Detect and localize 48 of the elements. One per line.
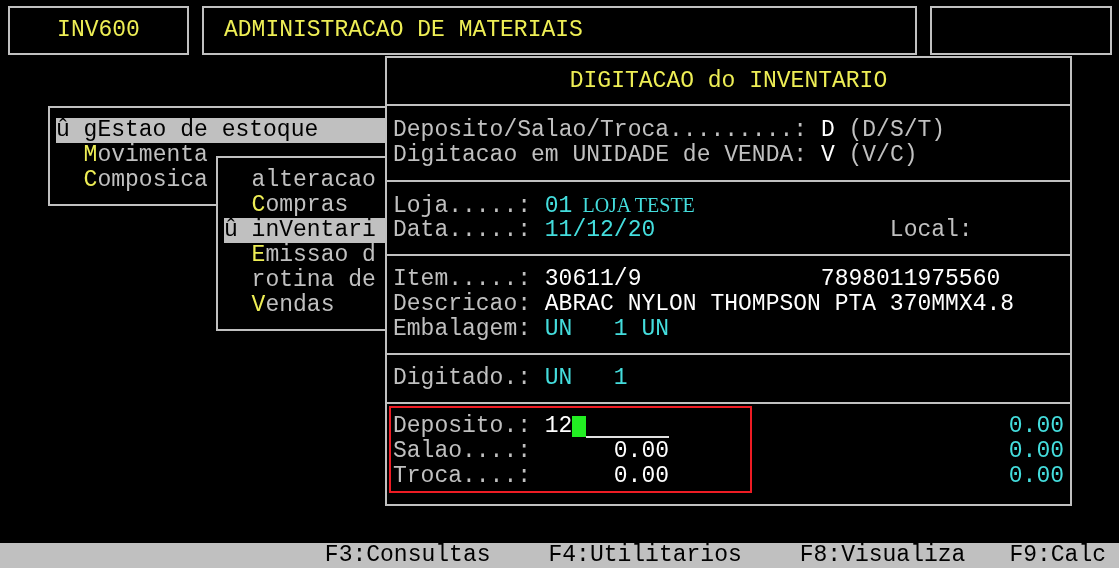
function-key[interactable]: F9:Calc	[1009, 543, 1106, 568]
field-label: Loja.....:	[393, 194, 533, 219]
date-value: 11/12/20	[544, 218, 657, 243]
menu-item[interactable]: Composica	[56, 168, 208, 193]
description-value: ABRAC NYLON THOMPSON PTA 370MMX4.8	[544, 292, 1015, 317]
field-label: Item.....:	[393, 267, 533, 292]
quantity-value: 0.00	[612, 439, 670, 464]
system-title: ADMINISTRACAO DE MATERIAIS	[224, 18, 583, 43]
menu-item[interactable]: Vendas	[224, 293, 335, 318]
program-code: INV600	[57, 18, 140, 43]
field-label: Digitacao em UNIDADE de VENDA:	[393, 143, 808, 168]
unit-value: UN	[544, 317, 574, 342]
field-hint: (V/C)	[848, 143, 918, 168]
total-value: 0.00	[1008, 414, 1064, 439]
item-code: 30611/9	[544, 267, 643, 292]
menu-item[interactable]: Compras	[224, 193, 349, 218]
function-key[interactable]: F4:Utilitarios	[548, 543, 742, 568]
quantity-value: 0.00	[612, 464, 670, 489]
field-value: D	[820, 118, 835, 143]
total-value: 0.00	[1008, 464, 1064, 489]
function-key[interactable]: F3:Consultas	[324, 543, 491, 568]
quantity-input[interactable]: 12	[544, 414, 670, 439]
field-label: Descricao:	[393, 292, 533, 317]
quantity-value: 1	[613, 366, 628, 391]
field-label: Deposito.:	[393, 414, 533, 439]
total-value: 0.00	[1008, 439, 1064, 464]
menu-item[interactable]: û inVentari	[224, 218, 385, 243]
field-value: V	[820, 143, 835, 168]
function-key[interactable]: F8:Visualiza	[799, 543, 966, 568]
menu-item[interactable]: Movimenta	[56, 143, 208, 168]
field-label: Local:	[889, 218, 973, 243]
store-name: LOJA TESTE	[582, 193, 695, 218]
field-label: Deposito/Salao/Troca.........:	[393, 118, 808, 143]
field-label: Embalagem:	[393, 317, 533, 342]
field-label: Digitado.:	[393, 366, 533, 391]
menu-item[interactable]: û gEstao de estoque	[56, 118, 385, 143]
field-label: Troca....:	[393, 464, 533, 489]
field-label: Salao....:	[393, 439, 533, 464]
unit-value: UN	[544, 366, 574, 391]
field-hint: (D/S/T)	[848, 118, 946, 143]
dialog-title: DIGITACAO do INVENTARIO	[569, 68, 888, 94]
menu-item[interactable]: rotina de	[224, 268, 376, 293]
menu-item[interactable]: Emissao d	[224, 243, 376, 268]
field-label: Data.....:	[393, 218, 533, 243]
quantity-value: 1 UN	[613, 317, 670, 342]
barcode-value: 7898011975560	[820, 267, 1001, 292]
menu-item[interactable]: alteracao	[224, 168, 376, 193]
store-code: 01	[544, 194, 573, 219]
